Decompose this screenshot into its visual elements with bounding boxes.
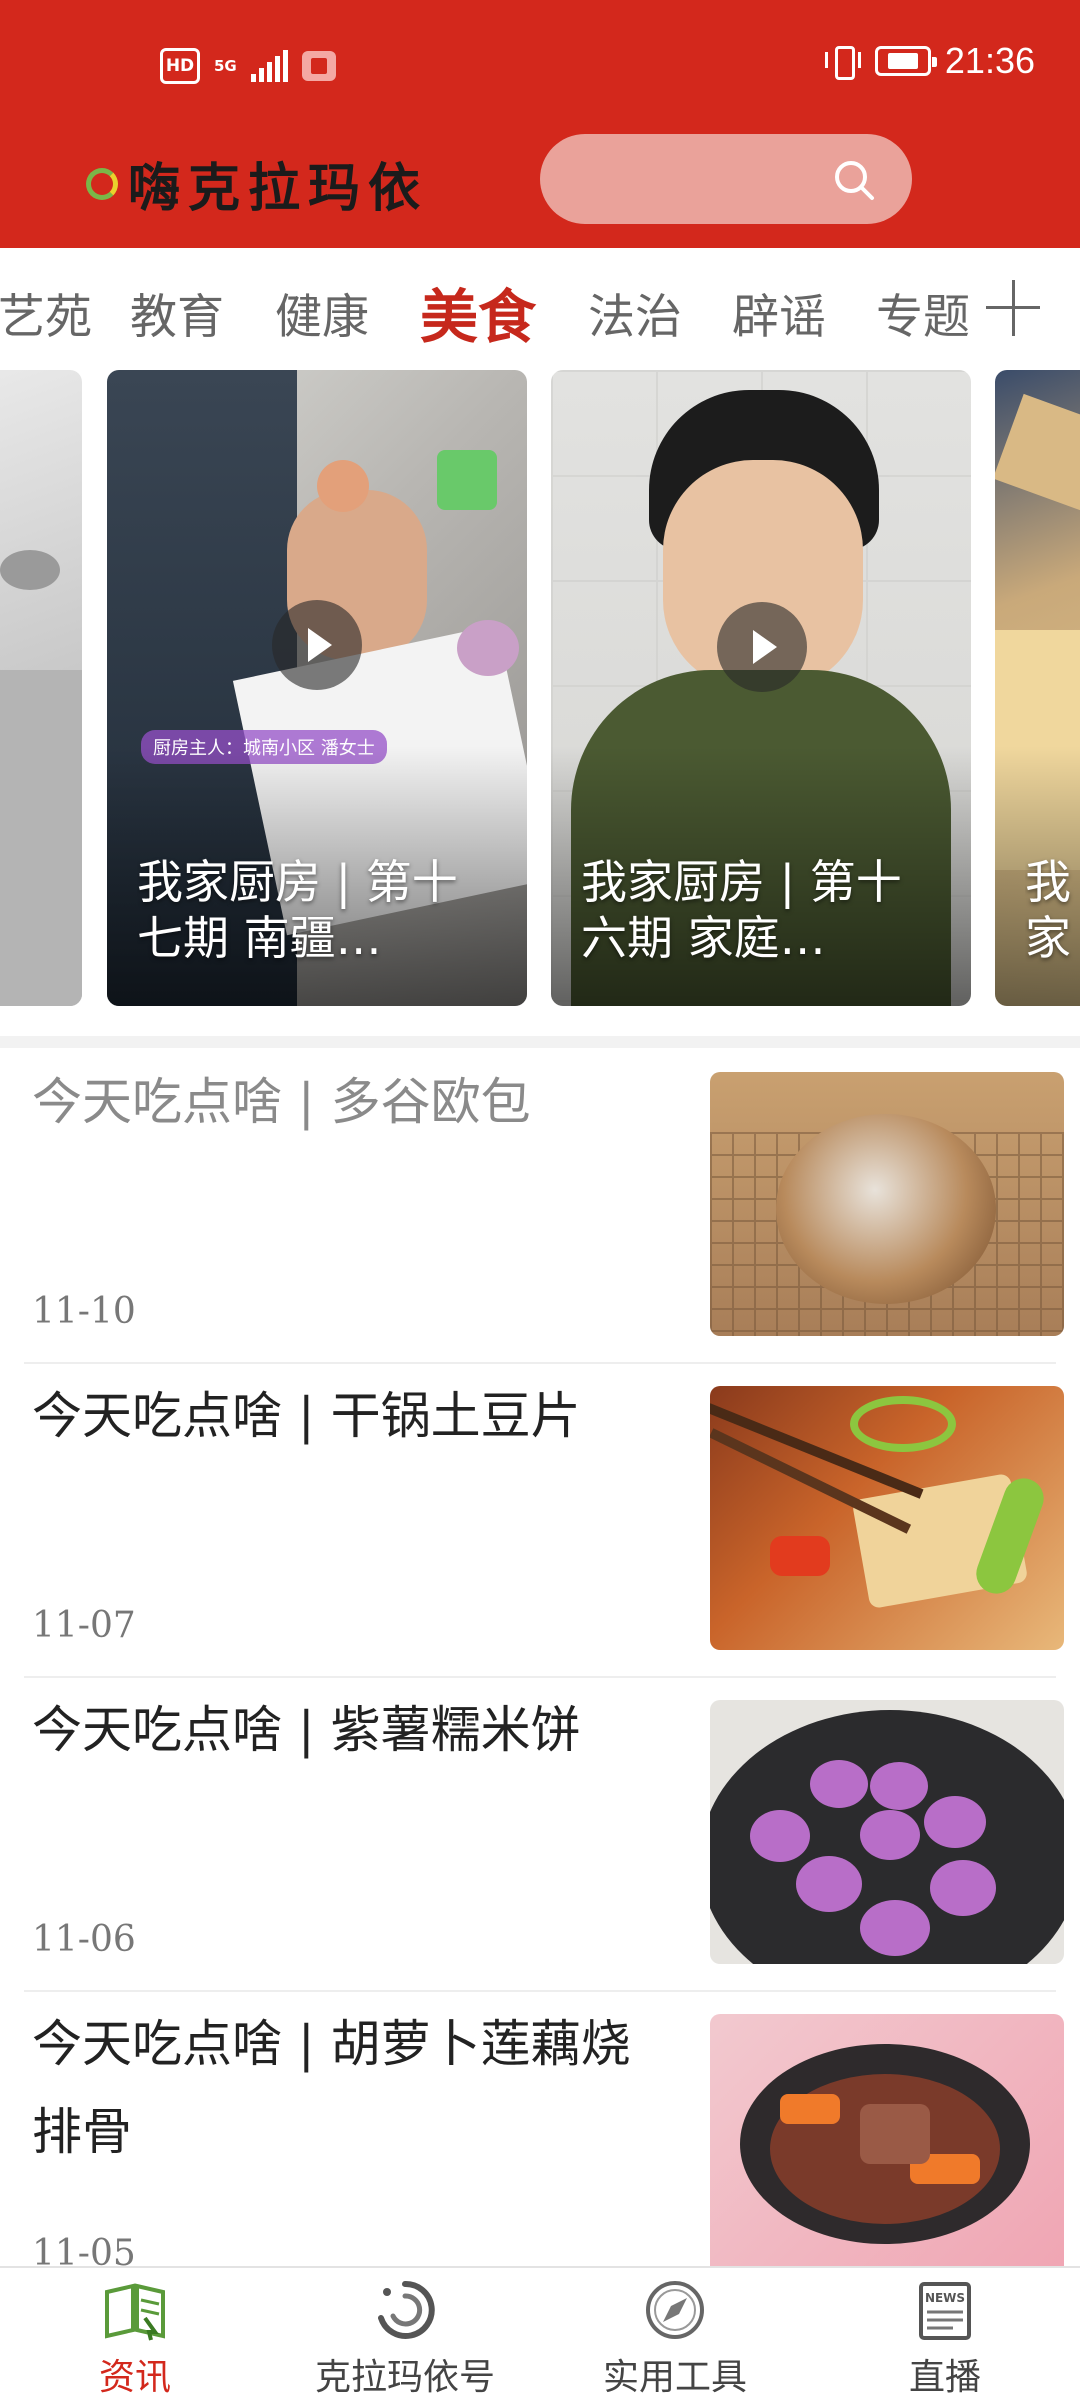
status-right: 21:36 [824, 40, 1035, 82]
video-card[interactable]: 我家厨房 | 第十六期 家庭… [551, 370, 971, 1006]
play-icon[interactable] [717, 602, 807, 692]
video-card[interactable]: 厨房主人：城南小区 潘女士 我家厨房 | 第十七期 南疆… [107, 370, 527, 1006]
article-thumbnail[interactable] [710, 1386, 1064, 1650]
add-tab-icon[interactable] [986, 272, 1046, 342]
video-title: 我家厨房 | 第十六期 家庭… [581, 855, 902, 965]
article-thumbnail[interactable] [710, 1072, 1064, 1336]
video-card-partial-left[interactable] [0, 370, 82, 1006]
svg-text:NEWS: NEWS [925, 2291, 965, 2305]
tab-rumor[interactable]: 辟谣 [732, 278, 826, 347]
article-date: 11-06 [32, 1919, 136, 1960]
play-icon[interactable] [272, 600, 362, 690]
book-app-icon [301, 51, 336, 81]
nav-label: 实用工具 [602, 2357, 747, 2398]
article-title: 今天吃点啥 | 紫薯糯米饼 [32, 1701, 581, 1759]
status-left: HD 5G [160, 48, 336, 84]
news-book-icon [105, 2283, 165, 2341]
video-title: 我家厨房 | 第十… [1025, 855, 1071, 965]
nav-tools[interactable]: 实用工具 [540, 2268, 810, 2402]
compass-icon [646, 2281, 704, 2339]
article-thumbnail[interactable] [710, 1700, 1064, 1964]
status-bar: HD 5G 21:36 [0, 0, 1080, 130]
video-card-partial-right[interactable]: 我家厨房 | 第十… [995, 370, 1080, 1006]
nav-live[interactable]: NEWS 直播 [810, 2268, 1080, 2402]
list-item[interactable]: 今天吃点啥 | 干锅土豆片 11-07 [24, 1362, 1064, 1678]
nav-news[interactable]: 资讯 [0, 2268, 270, 2402]
search-bar[interactable] [540, 134, 912, 224]
video-carousel: 厨房主人：城南小区 潘女士 我家厨房 | 第十七期 南疆… 我家厨房 | 第十六… [0, 370, 1080, 1006]
swirl-icon [378, 2280, 435, 2339]
tab-yiyuan[interactable]: 艺苑 [0, 278, 92, 347]
tab-special[interactable]: 专题 [876, 278, 970, 347]
article-date: 11-10 [32, 1291, 136, 1332]
clock: 21:36 [944, 40, 1035, 81]
hd-badge: HD [160, 48, 200, 84]
category-tabs: 艺苑 教育 健康 美食 法治 辟谣 专题 [0, 248, 1080, 370]
section-divider [0, 1036, 1080, 1048]
logo-mark-icon [86, 167, 118, 200]
nav-label: 直播 [908, 2357, 981, 2398]
signal-icon [250, 50, 288, 82]
article-date: 11-07 [32, 1605, 136, 1646]
bottom-navigation: 资讯 克拉玛依号 实用工具 NEWS 直播 [0, 2266, 1080, 2402]
nav-karamay-account[interactable]: 克拉玛依号 [270, 2268, 540, 2402]
search-icon[interactable] [832, 158, 876, 202]
nav-label: 资讯 [98, 2357, 171, 2398]
article-thumbnail[interactable] [710, 2014, 1064, 2278]
app-header: HD 5G 21:36 嗨克拉玛依 [0, 0, 1080, 248]
newspaper-icon: NEWS [919, 2282, 971, 2340]
tab-law[interactable]: 法治 [588, 278, 682, 347]
network-type: 5G [214, 57, 237, 75]
tab-education[interactable]: 教育 [130, 278, 224, 347]
list-item[interactable]: 今天吃点啥 | 紫薯糯米饼 11-06 [24, 1676, 1064, 1992]
tab-food[interactable]: 美食 [420, 270, 536, 354]
video-title: 我家厨房 | 第十七期 南疆… [137, 855, 458, 965]
tab-health[interactable]: 健康 [275, 278, 369, 347]
article-title: 今天吃点啥 | 多谷欧包 [32, 1073, 531, 1131]
article-title: 今天吃点啥 | 干锅土豆片 [32, 1387, 581, 1445]
vibrate-icon [824, 44, 861, 80]
article-title: 今天吃点啥 | 胡萝卜莲藕烧排骨 [32, 2015, 631, 2161]
battery-icon [874, 46, 937, 76]
list-item[interactable]: 今天吃点啥 | 胡萝卜莲藕烧排骨 11-05 [24, 1990, 1064, 2304]
logo-text: 嗨克拉玛依 [128, 158, 429, 219]
app-logo: 嗨克拉玛依 [86, 146, 428, 221]
list-item[interactable]: 今天吃点啥 | 多谷欧包 11-10 [24, 1048, 1064, 1364]
nav-label: 克拉玛依号 [314, 2357, 495, 2398]
